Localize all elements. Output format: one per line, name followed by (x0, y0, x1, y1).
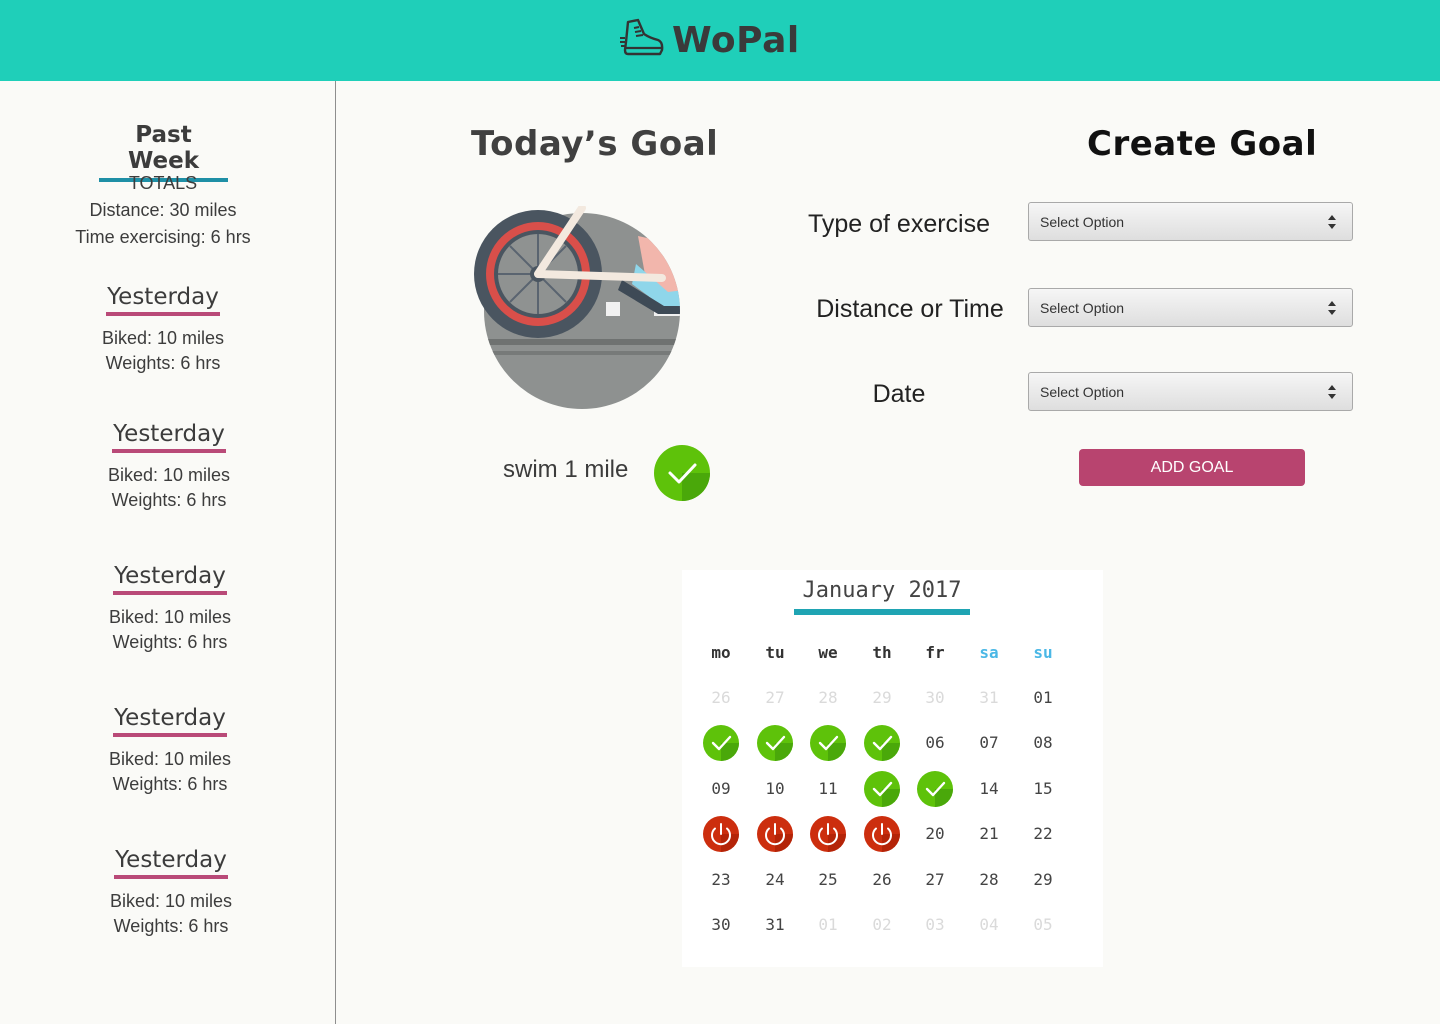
calendar-day-completed-check-icon[interactable] (912, 769, 958, 809)
day-biked: Biked: 10 miles (109, 891, 233, 911)
calendar-day[interactable]: 15 (1020, 769, 1066, 809)
day-weights: Weights: 6 hrs (105, 353, 221, 373)
day-summary: Yesterday Biked: 10 miles Weights: 6 hrs (27, 705, 313, 797)
totals-heading: TOTALS (128, 173, 198, 193)
calendar-day[interactable]: 28 (966, 860, 1012, 900)
day-summary: Yesterday Biked: 10 miles Weights: 6 hrs (27, 563, 313, 655)
calendar-day[interactable]: 09 (698, 769, 744, 809)
calendar-day[interactable]: 03 (912, 905, 958, 945)
calendar-day[interactable]: 07 (966, 723, 1012, 763)
create-goal-title: Create Goal (1087, 124, 1318, 164)
calendar-day[interactable]: 05 (1020, 905, 1066, 945)
calendar-day[interactable]: 04 (966, 905, 1012, 945)
add-goal-button[interactable]: ADD GOAL (1079, 449, 1305, 486)
calendar-day[interactable]: 08 (1020, 723, 1066, 763)
calendar-day[interactable]: 26 (698, 678, 744, 718)
calendar-weekday-su: su (1033, 643, 1053, 662)
day-title: Yesterday (106, 284, 220, 316)
calendar-day-completed-check-icon[interactable] (698, 723, 744, 763)
calendar-day[interactable]: 14 (966, 769, 1012, 809)
calendar: January 2017 mo tu we th fr sa su 26 27 28 29 30 31 0… (682, 570, 1103, 967)
day-summary: Yesterday Biked: 10 miles Weights: 6 hrs (28, 847, 314, 939)
distance-time-select[interactable]: Select Option (1028, 288, 1353, 327)
calendar-weekday-fr: fr (925, 643, 945, 662)
distance-time-label: Distance or Time (816, 295, 1004, 323)
calendar-day[interactable]: 31 (966, 678, 1012, 718)
bicycle-illustration-icon (472, 204, 684, 410)
calendar-day[interactable]: 23 (698, 860, 744, 900)
exercise-type-label: Type of exercise (807, 210, 991, 238)
day-weights: Weights: 6 hrs (112, 632, 228, 652)
calendar-day[interactable]: 10 (752, 769, 798, 809)
select-value: Select Option (1040, 300, 1125, 316)
day-title: Yesterday (113, 705, 227, 737)
calendar-day[interactable]: 20 (912, 814, 958, 854)
select-value: Select Option (1040, 214, 1125, 230)
calendar-day-completed-check-icon[interactable] (805, 723, 851, 763)
totals-distance: Distance: 30 miles (89, 200, 237, 220)
check-circle-icon[interactable] (654, 445, 710, 501)
calendar-day[interactable]: 01 (1020, 678, 1066, 718)
select-arrows-icon (1327, 212, 1337, 232)
day-title: Yesterday (114, 847, 228, 879)
todays-goal-title: Today’s Goal (471, 124, 719, 164)
exercise-type-select[interactable]: Select Option (1028, 202, 1353, 241)
calendar-weekday-sa: sa (979, 643, 999, 662)
calendar-day[interactable]: 21 (966, 814, 1012, 854)
day-biked: Biked: 10 miles (107, 465, 231, 485)
calendar-day[interactable]: 29 (859, 678, 905, 718)
day-weights: Weights: 6 hrs (112, 774, 228, 794)
day-biked: Biked: 10 miles (108, 607, 232, 627)
select-arrows-icon (1327, 298, 1337, 318)
app-name: WoPal (672, 19, 800, 61)
day-title: Yesterday (112, 421, 226, 453)
day-weights: Weights: 6 hrs (113, 916, 229, 936)
calendar-month-title: January 2017 (794, 578, 970, 615)
app-header: WoPal (0, 0, 1440, 81)
calendar-day-missed-power-icon[interactable] (698, 814, 744, 854)
calendar-day-completed-check-icon[interactable] (859, 723, 905, 763)
calendar-day[interactable]: 02 (859, 905, 905, 945)
day-title: Yesterday (113, 563, 227, 595)
brand[interactable]: WoPal (620, 16, 800, 64)
calendar-day[interactable]: 31 (752, 905, 798, 945)
calendar-day[interactable]: 26 (859, 860, 905, 900)
select-arrows-icon (1327, 382, 1337, 402)
select-value: Select Option (1040, 384, 1125, 400)
calendar-day-completed-check-icon[interactable] (752, 723, 798, 763)
calendar-day[interactable]: 06 (912, 723, 958, 763)
calendar-day-missed-power-icon[interactable] (752, 814, 798, 854)
calendar-day[interactable]: 11 (805, 769, 851, 809)
calendar-weekday-mo: mo (711, 643, 731, 662)
calendar-weekday-we: we (818, 643, 838, 662)
totals-time: Time exercising: 6 hrs (75, 227, 251, 247)
date-label: Date (872, 380, 926, 408)
calendar-day[interactable]: 25 (805, 860, 851, 900)
calendar-day[interactable]: 30 (912, 678, 958, 718)
calendar-weekday-th: th (872, 643, 892, 662)
totals-block: TOTALS Distance: 30 miles Time exercisin… (20, 170, 306, 251)
calendar-day[interactable]: 30 (698, 905, 744, 945)
calendar-day[interactable]: 29 (1020, 860, 1066, 900)
calendar-weekday-tu: tu (765, 643, 785, 662)
shoe-logo-icon (620, 18, 664, 62)
day-biked: Biked: 10 miles (108, 749, 232, 769)
day-weights: Weights: 6 hrs (111, 490, 227, 510)
calendar-day-missed-power-icon[interactable] (805, 814, 851, 854)
date-select[interactable]: Select Option (1028, 372, 1353, 411)
calendar-day[interactable]: 27 (912, 860, 958, 900)
calendar-day-missed-power-icon[interactable] (859, 814, 905, 854)
calendar-day-completed-check-icon[interactable] (859, 769, 905, 809)
day-summary: Yesterday Biked: 10 miles Weights: 6 hrs (26, 421, 312, 513)
day-biked: Biked: 10 miles (101, 328, 225, 348)
calendar-day[interactable]: 22 (1020, 814, 1066, 854)
todays-goal-text: swim 1 mile (503, 456, 629, 483)
calendar-day[interactable]: 28 (805, 678, 851, 718)
calendar-day[interactable]: 24 (752, 860, 798, 900)
calendar-day[interactable]: 27 (752, 678, 798, 718)
day-summary: Yesterday Biked: 10 miles Weights: 6 hrs (20, 284, 306, 376)
calendar-day[interactable]: 01 (805, 905, 851, 945)
